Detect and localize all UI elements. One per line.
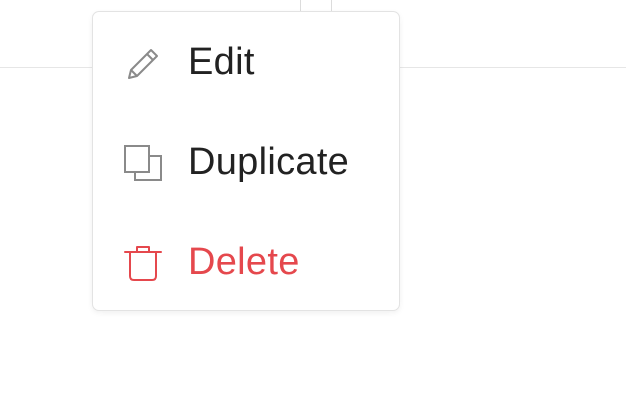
trash-icon (124, 246, 162, 281)
menu-item-label: Delete (188, 241, 300, 283)
context-menu: Edit Duplicate Delete (92, 11, 400, 311)
pencil-icon (128, 49, 158, 79)
menu-item-delete[interactable]: Delete (93, 222, 399, 302)
menu-item-label: Edit (188, 41, 255, 83)
duplicate-icon (124, 145, 162, 181)
menu-item-edit[interactable]: Edit (93, 22, 399, 102)
page: Edit Duplicate Delete (0, 0, 626, 410)
menu-item-label: Duplicate (188, 141, 350, 183)
menu-item-duplicate[interactable]: Duplicate (93, 122, 399, 202)
